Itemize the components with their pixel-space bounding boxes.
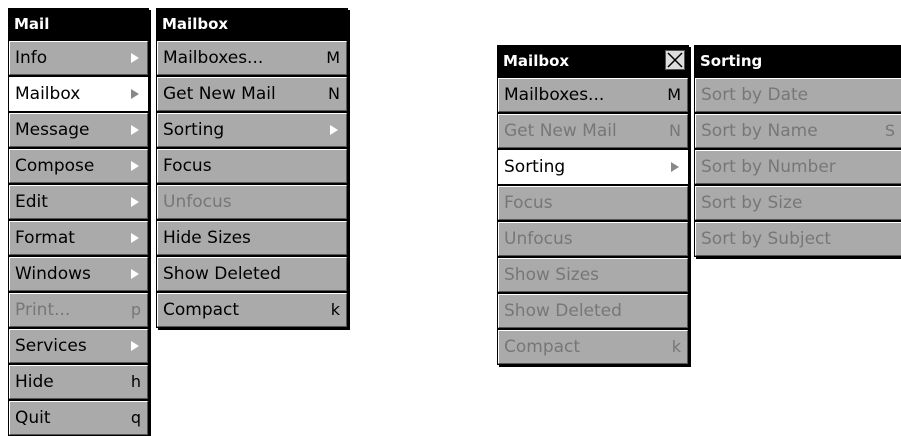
menu-item-mailboxes[interactable]: Mailboxes... M xyxy=(157,41,347,75)
mailbox-menu-title: Mailbox xyxy=(157,9,347,39)
menu-item-focus[interactable]: Focus xyxy=(157,149,347,183)
menu-item-edit[interactable]: Edit xyxy=(9,185,148,219)
menu-item-show-deleted[interactable]: Show Deleted xyxy=(157,257,347,291)
menu-item-label: Sort by Name xyxy=(701,121,818,141)
menu-item-compact[interactable]: Compact k xyxy=(157,293,347,327)
menu-item-label: Sorting xyxy=(504,157,566,177)
shortcut-key: M xyxy=(667,85,681,104)
submenu-arrow-icon xyxy=(131,197,139,207)
shortcut-key: k xyxy=(330,300,340,319)
menu-item-label: Show Deleted xyxy=(504,301,622,321)
menu-item-sorting[interactable]: Sorting xyxy=(157,113,347,147)
menu-item-sort-by-number[interactable]: Sort by Number xyxy=(695,150,901,184)
shortcut-key: p xyxy=(130,300,141,319)
menu-item-quit[interactable]: Quit q xyxy=(9,401,148,435)
menu-item-label: Focus xyxy=(504,193,553,213)
shortcut-key: S xyxy=(884,121,895,140)
menu-item-label: Sort by Number xyxy=(701,157,836,177)
menu-item-format[interactable]: Format xyxy=(9,221,148,255)
mail-menu-items: Info Mailbox Message Compose Edit Format Windo… xyxy=(9,41,148,435)
menu-item-label: Info xyxy=(15,48,48,68)
menu-item-mailboxes[interactable]: Mailboxes... M xyxy=(498,78,688,112)
submenu-arrow-icon xyxy=(330,125,338,135)
mailbox-torn-menu-title-text: Mailbox xyxy=(503,52,570,70)
menu-item-label: Show Deleted xyxy=(163,264,281,284)
menu-item-get-new-mail[interactable]: Get New Mail N xyxy=(498,114,688,148)
shortcut-key: q xyxy=(130,408,141,427)
submenu-arrow-icon xyxy=(131,161,139,171)
menu-item-label: Compact xyxy=(163,300,240,320)
shortcut-key: M xyxy=(326,48,340,67)
mail-menu: Mail Info Mailbox Message Compose Edit Format… xyxy=(8,8,149,436)
menu-item-sorting[interactable]: Sorting xyxy=(498,150,688,184)
menu-item-message[interactable]: Message xyxy=(9,113,148,147)
menu-item-label: Compact xyxy=(504,337,581,357)
menu-item-label: Show Sizes xyxy=(504,265,600,285)
submenu-arrow-icon xyxy=(131,125,139,135)
menu-item-label: Mailboxes... xyxy=(504,85,605,105)
menu-item-label: Focus xyxy=(163,156,212,176)
menu-item-label: Print... xyxy=(15,300,71,320)
submenu-arrow-icon xyxy=(131,341,139,351)
menu-item-show-deleted[interactable]: Show Deleted xyxy=(498,294,688,328)
menu-item-label: Hide xyxy=(15,372,54,392)
menu-item-windows[interactable]: Windows xyxy=(9,257,148,291)
menu-item-label: Sort by Subject xyxy=(701,229,832,249)
mailbox-menu: Mailbox Mailboxes... M Get New Mail N Sortin… xyxy=(156,8,348,328)
menu-item-mailbox[interactable]: Mailbox xyxy=(9,77,148,111)
shortcut-key: N xyxy=(669,121,681,140)
menu-item-unfocus[interactable]: Unfocus xyxy=(498,222,688,256)
menu-item-show-sizes[interactable]: Show Sizes xyxy=(498,258,688,292)
menu-item-info[interactable]: Info xyxy=(9,41,148,75)
menu-item-sort-by-date[interactable]: Sort by Date xyxy=(695,78,901,112)
menu-item-label: Compose xyxy=(15,156,95,176)
menu-item-label: Hide Sizes xyxy=(163,228,251,248)
mailbox-torn-menu-title: Mailbox xyxy=(498,46,688,76)
menu-item-label: Edit xyxy=(15,192,48,212)
menu-item-compose[interactable]: Compose xyxy=(9,149,148,183)
submenu-arrow-icon xyxy=(131,269,139,279)
menu-item-print[interactable]: Print... p xyxy=(9,293,148,327)
menu-item-compact[interactable]: Compact k xyxy=(498,330,688,364)
menu-item-label: Get New Mail xyxy=(504,121,617,141)
menu-item-services[interactable]: Services xyxy=(9,329,148,363)
submenu-arrow-icon xyxy=(131,233,139,243)
menu-item-hide-sizes[interactable]: Hide Sizes xyxy=(157,221,347,255)
menu-item-label: Windows xyxy=(15,264,91,284)
mailbox-menu-items: Mailboxes... M Get New Mail N Sorting Focus Un… xyxy=(157,41,347,327)
menu-item-label: Mailbox xyxy=(15,84,81,104)
menu-item-sort-by-size[interactable]: Sort by Size xyxy=(695,186,901,220)
menu-item-unfocus[interactable]: Unfocus xyxy=(157,185,347,219)
menu-item-label: Quit xyxy=(15,408,51,428)
close-icon[interactable] xyxy=(665,50,685,70)
menu-item-label: Mailboxes... xyxy=(163,48,264,68)
menu-item-label: Get New Mail xyxy=(163,84,276,104)
mailbox-torn-menu-items: Mailboxes... M Get New Mail N Sorting Focus Un… xyxy=(498,78,688,364)
submenu-arrow-icon xyxy=(131,53,139,63)
menu-item-sort-by-subject[interactable]: Sort by Subject xyxy=(695,222,901,256)
shortcut-key: k xyxy=(671,337,681,356)
menu-item-label: Unfocus xyxy=(504,229,573,249)
sorting-menu-items: Sort by Date Sort by Name S Sort by Number S… xyxy=(695,78,901,256)
mailbox-torn-menu: Mailbox Mailboxes... M Get New Mail N Sortin… xyxy=(497,45,689,365)
menu-item-label: Sort by Date xyxy=(701,85,809,105)
menu-item-label: Sorting xyxy=(163,120,225,140)
submenu-arrow-icon xyxy=(131,89,139,99)
menu-item-hide[interactable]: Hide h xyxy=(9,365,148,399)
menu-item-label: Message xyxy=(15,120,90,140)
menu-item-label: Services xyxy=(15,336,87,356)
submenu-arrow-icon xyxy=(671,162,679,172)
menu-item-label: Format xyxy=(15,228,75,248)
sorting-menu-title: Sorting xyxy=(695,46,901,76)
menu-item-label: Unfocus xyxy=(163,192,232,212)
mail-menu-title: Mail xyxy=(9,9,148,39)
sorting-menu: Sorting Sort by Date Sort by Name S Sort by… xyxy=(694,45,901,257)
menu-item-focus[interactable]: Focus xyxy=(498,186,688,220)
shortcut-key: N xyxy=(328,84,340,103)
menu-item-get-new-mail[interactable]: Get New Mail N xyxy=(157,77,347,111)
menu-item-label: Sort by Size xyxy=(701,193,803,213)
shortcut-key: h xyxy=(130,372,141,391)
menu-item-sort-by-name[interactable]: Sort by Name S xyxy=(695,114,901,148)
